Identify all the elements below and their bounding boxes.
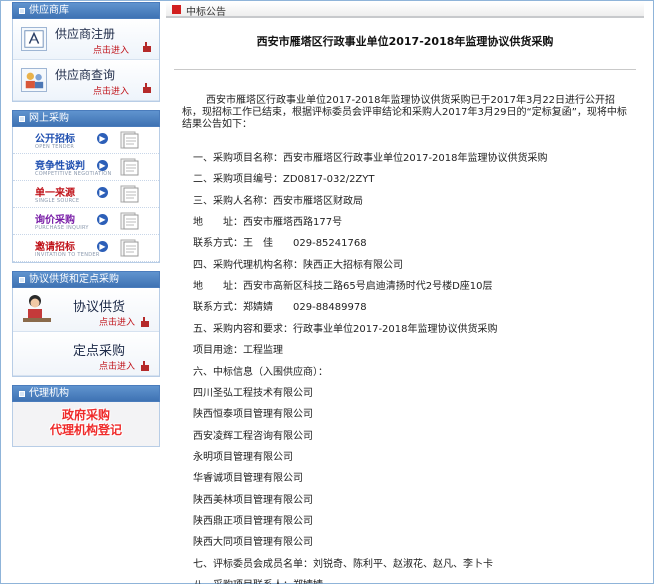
main-section-header: 中标公告 [166, 2, 644, 18]
arrow-right-icon[interactable]: ▶ [97, 214, 108, 225]
online-procurement-section: 公开招标 OPEN TENDER ▶ 竞争性谈判 COMPETITIVE NEGOTIA… [12, 127, 160, 263]
procurement-method-name: 询价采购 [35, 215, 75, 226]
procurement-method-name: 邀请招标 [35, 242, 75, 253]
bullet-icon [19, 115, 25, 122]
announcement-line: 四川圣弘工程技术有限公司 [193, 387, 313, 399]
arrow-right-icon[interactable]: ▶ [97, 160, 108, 171]
supplier-query-title: 供应商查询 [55, 68, 116, 82]
agency-registration-banner[interactable]: 政府采购 代理机构登记 [13, 402, 159, 446]
people-query-icon [21, 68, 47, 92]
announcement-line: 一、采购项目名称：西安市雁塔区行政事业单位2017-2018年监理协议供货采购 [193, 153, 548, 164]
announcement-line: 项目用途：工程监理 [193, 345, 283, 357]
agreement-section-header: 协议供货和定点采购 [12, 271, 160, 288]
arrow-right-icon[interactable]: ▶ [97, 187, 108, 198]
procurement-method-item[interactable]: 邀请招标 INVITATION TO TENDER ▶ [13, 235, 159, 262]
document-stack-icon [120, 239, 139, 257]
procurement-method-english: OPEN TENDER [35, 144, 75, 150]
supplier-section-header: 供应商库 [12, 2, 160, 19]
supplier-register-card[interactable]: 供应商注册 点击进入 [13, 19, 159, 60]
agreement-section: 协议供货 点击进入 定点采购 点击进入 [12, 288, 160, 377]
announcement-line: 六、中标信息（入围供应商）： [193, 366, 328, 378]
announcement-line: 七、评标委员会成员名单：刘锐奇、陈利平、赵淑花、赵凡、李卜卡 [193, 558, 493, 570]
arrow-right-icon[interactable]: ▶ [97, 133, 108, 144]
agency-banner-line1: 政府采购 [61, 408, 110, 422]
hand-pointer-icon [143, 42, 151, 52]
announcement-line: 华睿诚项目管理有限公司 [193, 473, 303, 485]
bullet-icon [19, 7, 25, 14]
agency-section-header: 代理机构 [12, 385, 160, 402]
procurement-method-item[interactable]: 竞争性谈判 COMPETITIVE NEGOTIATION ▶ [13, 154, 159, 181]
online-procurement-header: 网上采购 [12, 110, 160, 127]
sidebar: 供应商库 供应商注册 点击进入 供应商查询 点击进入 网上采购 公开招标 OPEN… [12, 2, 160, 447]
announcement-line: 联系方式：郑婧婧 029-88489978 [193, 302, 367, 314]
announcement-title: 西安市雁塔区行政事业单位2017-2018年监理协议供货采购 [256, 35, 554, 48]
procurement-method-name: 竞争性谈判 [35, 161, 85, 172]
agreement-section-title: 协议供货和定点采购 [29, 274, 119, 285]
procurement-method-english: INVITATION TO TENDER [35, 252, 100, 258]
agency-banner-text: 政府采购 代理机构登记 [23, 408, 149, 442]
supplier-register-title: 供应商注册 [55, 27, 116, 41]
agreement-supply-card[interactable]: 协议供货 点击进入 [13, 288, 159, 332]
announcement-line: 陕西恒泰项目管理有限公司 [193, 409, 313, 421]
person-at-desk-icon [23, 295, 51, 322]
announcement-line: 地 址：西安市高新区科技二路65号启迪清扬时代2号楼D座10层 [193, 281, 493, 293]
announcement-line: 二、采购项目编号：ZD0817-032/2ZYT [193, 174, 375, 186]
agreement-supply-title: 协议供货 [73, 300, 126, 315]
document-stack-icon [120, 212, 139, 230]
announcement-line: 五、采购内容和要求：行政事业单位2017-2018年监理协议供货采购 [193, 323, 498, 335]
bullet-icon [19, 390, 25, 397]
bullet-icon [19, 276, 25, 283]
register-form-icon [21, 27, 47, 51]
agency-section-title: 代理机构 [29, 388, 69, 399]
arrow-right-icon[interactable]: ▶ [97, 241, 108, 252]
hand-pointer-icon [143, 83, 151, 93]
announcement-line: 联系方式：王 佳 029-85241768 [193, 238, 367, 250]
designated-procurement-title: 定点采购 [73, 344, 126, 359]
agreement-supply-enter-link[interactable]: 点击进入 [99, 315, 135, 328]
announcement-line: 陕西鼎正项目管理有限公司 [193, 515, 313, 527]
procurement-method-name: 公开招标 [35, 134, 75, 145]
red-square-icon [172, 5, 181, 14]
supplier-query-enter-link[interactable]: 点击进入 [93, 84, 129, 97]
announcement-intro: 西安市雁塔区行政事业单位2017-2018年监理协议供货采购已于2017年3月2… [182, 95, 627, 130]
supplier-register-enter-link[interactable]: 点击进入 [93, 43, 129, 56]
document-stack-icon [120, 131, 139, 149]
title-divider [174, 69, 636, 70]
procurement-method-english: COMPETITIVE NEGOTIATION [35, 171, 112, 177]
supplier-query-card[interactable]: 供应商查询 点击进入 [13, 60, 159, 101]
procurement-method-item[interactable]: 单一来源 SINGLE SOURCE ▶ [13, 181, 159, 208]
hand-pointer-icon [141, 361, 149, 371]
main-section-label: 中标公告 [186, 7, 226, 18]
announcement-line: 四、采购代理机构名称：陕西正大招标有限公司 [193, 259, 403, 271]
agency-banner-line2: 代理机构登记 [49, 423, 122, 437]
announcement-line: 三、采购人名称：西安市雁塔区财政局 [193, 195, 363, 207]
announcement-line: 永明项目管理有限公司 [193, 451, 293, 463]
document-stack-icon [120, 185, 139, 203]
agency-section: 政府采购 代理机构登记 [12, 402, 160, 447]
main-content: 中标公告 西安市雁塔区行政事业单位2017-2018年监理协议供货采购 西安市雁… [166, 2, 644, 584]
announcement-line: 陕西大同项目管理有限公司 [193, 537, 313, 549]
hand-pointer-icon [141, 317, 149, 327]
designated-procurement-enter-link[interactable]: 点击进入 [99, 359, 135, 372]
procurement-method-item[interactable]: 询价采购 PURCHASE INQUIRY ▶ [13, 208, 159, 235]
designated-procurement-card[interactable]: 定点采购 点击进入 [13, 332, 159, 376]
procurement-method-item[interactable]: 公开招标 OPEN TENDER ▶ [13, 127, 159, 154]
supplier-section-title: 供应商库 [29, 5, 69, 16]
procurement-method-name: 单一来源 [35, 188, 75, 199]
announcement-line: 八、采购项目联系人：郑婧婧 [193, 576, 323, 584]
announcement-line: 地 址：西安市雁塔西路177号 [193, 217, 343, 229]
procurement-method-english: SINGLE SOURCE [35, 198, 80, 204]
online-procurement-title: 网上采购 [29, 113, 69, 124]
procurement-method-english: PURCHASE INQUIRY [35, 225, 89, 231]
announcement-line: 陕西美林项目管理有限公司 [193, 494, 313, 506]
announcement-line: 西安凌辉工程咨询有限公司 [193, 430, 313, 442]
document-stack-icon [120, 158, 139, 176]
supplier-section: 供应商注册 点击进入 供应商查询 点击进入 [12, 19, 160, 102]
